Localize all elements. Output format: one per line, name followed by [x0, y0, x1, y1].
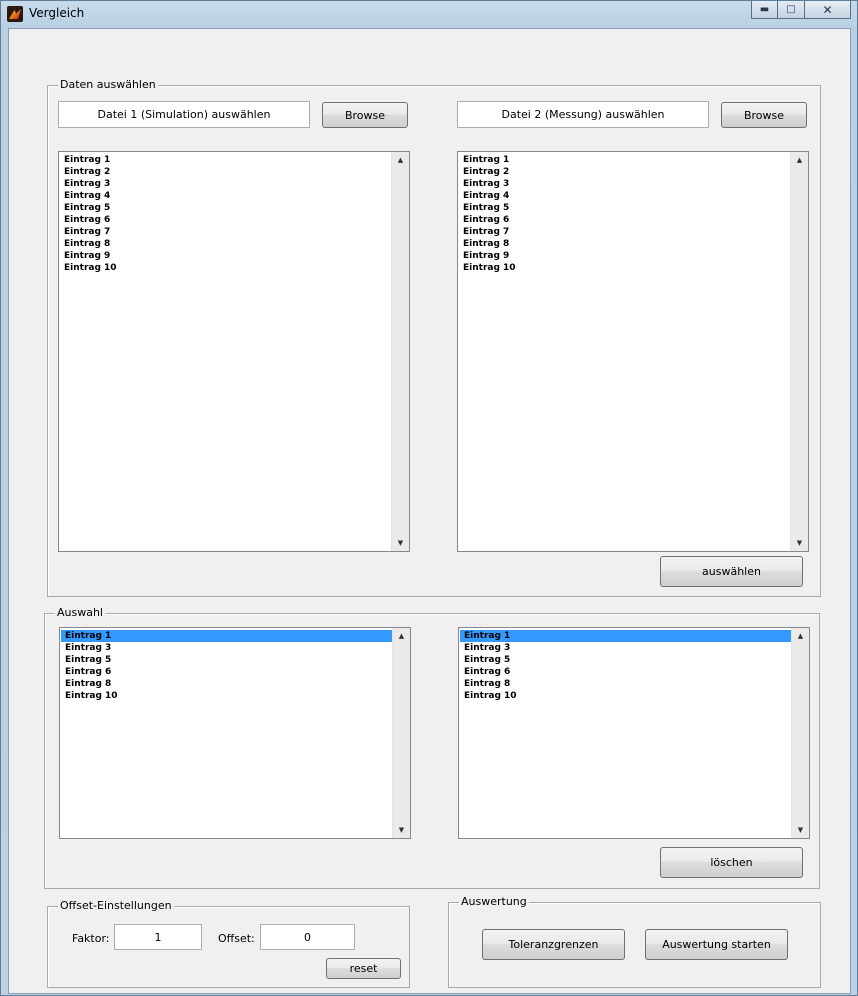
auswertung-starten-button[interactable]: Auswertung starten — [645, 929, 788, 960]
offset-label: Offset: — [218, 932, 255, 945]
close-icon: ✕ — [822, 2, 833, 17]
list-item[interactable]: Eintrag 6 — [460, 666, 792, 678]
list-item[interactable]: Eintrag 9 — [459, 250, 791, 262]
browse1-button[interactable]: Browse — [322, 102, 408, 128]
auswahl1-scrollbar[interactable]: ▲ ▼ — [392, 628, 410, 838]
window-title: Vergleich — [29, 6, 85, 20]
file2-label: Datei 2 (Messung) auswählen — [457, 101, 709, 128]
reset-button[interactable]: reset — [326, 958, 401, 979]
list-item[interactable]: Eintrag 8 — [459, 238, 791, 250]
auswahl2-scrollbar[interactable]: ▲ ▼ — [791, 628, 809, 838]
faktor-input[interactable]: 1 — [114, 924, 202, 950]
list-item[interactable]: Eintrag 10 — [459, 262, 791, 274]
faktor-label: Faktor: — [72, 932, 110, 945]
list-item[interactable]: Eintrag 7 — [60, 226, 392, 238]
list-item[interactable]: Eintrag 10 — [60, 262, 392, 274]
list-item[interactable]: Eintrag 5 — [60, 202, 392, 214]
list-item[interactable]: Eintrag 8 — [61, 678, 393, 690]
list-item[interactable]: Eintrag 10 — [460, 690, 792, 702]
auswahl2-list-items: Eintrag 1 Eintrag 3 Eintrag 5 Eintrag 6 Eint… — [460, 630, 792, 702]
list-item[interactable]: Eintrag 2 — [60, 166, 392, 178]
list-item[interactable]: Eintrag 6 — [459, 214, 791, 226]
auswahl1-listbox[interactable]: Eintrag 1 Eintrag 3 Eintrag 5 Eintrag 6 Eint… — [59, 627, 411, 839]
file2-list-items: Eintrag 1 Eintrag 2 Eintrag 3 Eintrag 4 Eint… — [459, 154, 791, 274]
list-item[interactable]: Eintrag 4 — [459, 190, 791, 202]
file2-listbox[interactable]: Eintrag 1 Eintrag 2 Eintrag 3 Eintrag 4 Eint… — [457, 151, 809, 552]
list-item[interactable]: Eintrag 3 — [61, 642, 393, 654]
scroll-down-icon[interactable]: ▼ — [792, 822, 809, 838]
file1-scrollbar[interactable]: ▲ ▼ — [391, 152, 409, 551]
auswahl2-listbox[interactable]: Eintrag 1 Eintrag 3 Eintrag 5 Eintrag 6 Eint… — [458, 627, 810, 839]
list-item[interactable]: Eintrag 5 — [459, 202, 791, 214]
daten-panel-title: Daten auswählen — [58, 78, 158, 92]
maximize-button[interactable]: □ — [778, 1, 805, 19]
offset-input[interactable]: 0 — [260, 924, 355, 950]
matlab-icon — [7, 6, 23, 22]
app-window: Vergleich ▬ □ ✕ Daten auswählen Datei 1 … — [0, 0, 858, 996]
file1-listbox[interactable]: Eintrag 1 Eintrag 2 Eintrag 3 Eintrag 4 Eint… — [58, 151, 410, 552]
scroll-up-icon[interactable]: ▲ — [792, 628, 809, 644]
list-item[interactable]: Eintrag 1 — [61, 630, 393, 642]
list-item[interactable]: Eintrag 2 — [459, 166, 791, 178]
list-item[interactable]: Eintrag 4 — [60, 190, 392, 202]
list-item[interactable]: Eintrag 1 — [459, 154, 791, 166]
browse2-button[interactable]: Browse — [721, 102, 807, 128]
list-item[interactable]: Eintrag 8 — [60, 238, 392, 250]
list-item[interactable]: Eintrag 5 — [61, 654, 393, 666]
list-item[interactable]: Eintrag 3 — [459, 178, 791, 190]
minimize-icon: ▬ — [759, 4, 770, 15]
auswertung-panel-title: Auswertung — [459, 895, 529, 909]
list-item[interactable]: Eintrag 5 — [460, 654, 792, 666]
list-item[interactable]: Eintrag 10 — [61, 690, 393, 702]
file2-scrollbar[interactable]: ▲ ▼ — [790, 152, 808, 551]
scroll-up-icon[interactable]: ▲ — [791, 152, 808, 168]
auswahl1-list-items: Eintrag 1 Eintrag 3 Eintrag 5 Eintrag 6 Eint… — [61, 630, 393, 702]
file1-label: Datei 1 (Simulation) auswählen — [58, 101, 310, 128]
scroll-up-icon[interactable]: ▲ — [393, 628, 410, 644]
auswaehlen-button[interactable]: auswählen — [660, 556, 803, 587]
scroll-down-icon[interactable]: ▼ — [791, 535, 808, 551]
list-item[interactable]: Eintrag 3 — [460, 642, 792, 654]
file1-list-items: Eintrag 1 Eintrag 2 Eintrag 3 Eintrag 4 Eint… — [60, 154, 392, 274]
offset-panel-title: Offset-Einstellungen — [58, 899, 174, 913]
loeschen-button[interactable]: löschen — [660, 847, 803, 878]
minimize-button[interactable]: ▬ — [751, 1, 778, 19]
list-item[interactable]: Eintrag 6 — [61, 666, 393, 678]
list-item[interactable]: Eintrag 1 — [60, 154, 392, 166]
title-bar[interactable]: Vergleich ▬ □ ✕ — [1, 1, 857, 28]
maximize-icon: □ — [786, 4, 796, 15]
toleranzgrenzen-button[interactable]: Toleranzgrenzen — [482, 929, 625, 960]
list-item[interactable]: Eintrag 9 — [60, 250, 392, 262]
close-button[interactable]: ✕ — [805, 1, 851, 19]
auswahl-panel-title: Auswahl — [55, 606, 105, 620]
scroll-down-icon[interactable]: ▼ — [393, 822, 410, 838]
list-item[interactable]: Eintrag 8 — [460, 678, 792, 690]
list-item[interactable]: Eintrag 1 — [460, 630, 792, 642]
scroll-up-icon[interactable]: ▲ — [392, 152, 409, 168]
list-item[interactable]: Eintrag 7 — [459, 226, 791, 238]
list-item[interactable]: Eintrag 3 — [60, 178, 392, 190]
scroll-down-icon[interactable]: ▼ — [392, 535, 409, 551]
client-area: Daten auswählen Datei 1 (Simulation) aus… — [8, 28, 851, 994]
list-item[interactable]: Eintrag 6 — [60, 214, 392, 226]
